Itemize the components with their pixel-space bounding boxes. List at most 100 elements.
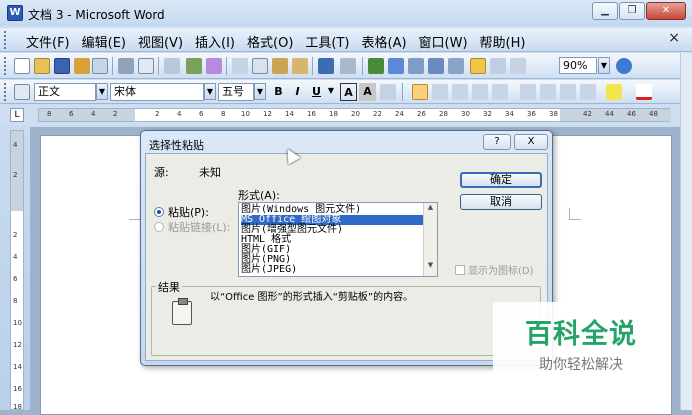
email-icon[interactable] [92,58,108,74]
menu-items: 文件(F) 编辑(E) 视图(V) 插入(I) 格式(O) 工具(T) 表格(A… [20,31,531,52]
vruler-tick: 2 [13,231,18,239]
minimize-button[interactable]: ▁ [592,2,618,20]
vertical-ruler[interactable]: 4 2 2 4 6 8 10 12 14 16 18 [10,130,24,411]
redo-icon[interactable] [340,58,356,74]
help-icon[interactable] [616,58,632,74]
italic-button[interactable]: I [289,83,306,101]
menu-grip[interactable] [4,31,7,49]
align-left-icon[interactable] [412,84,428,100]
style-dropdown-icon[interactable]: ▼ [96,83,108,100]
line-spacing-icon[interactable] [492,84,508,100]
crop-mark [569,208,581,220]
char-shading-button[interactable]: A [359,83,376,101]
paste-radio-label: 粘贴(P): [168,206,209,219]
close-button[interactable]: ✕ [646,2,686,20]
underline-button[interactable]: U [308,83,325,101]
menu-file[interactable]: 文件(F) [20,31,76,52]
insert-table-icon[interactable] [408,58,424,74]
style-combo[interactable]: 正文 [34,83,96,101]
decrease-indent-icon[interactable] [560,84,576,100]
size-dropdown-icon[interactable]: ▼ [254,83,266,100]
permission-icon[interactable] [74,58,90,74]
save-icon[interactable] [54,58,70,74]
font-combo[interactable]: 宋体 [110,83,204,101]
toolbar-grip[interactable] [4,83,7,101]
dialog-close-button[interactable]: X [514,134,548,150]
watermark-subtitle: 助你轻松解决 [539,357,623,373]
toolbar-grip[interactable] [4,57,7,75]
scroll-down-icon[interactable]: ▼ [424,261,437,269]
paste-as-listbox[interactable]: 图片(Windows 图元文件) MS Office 绘图对象 图片(增强型图元… [238,202,438,277]
bullets-icon[interactable] [540,84,556,100]
zoom-dropdown-icon[interactable]: ▼ [598,57,610,74]
copy-icon[interactable] [252,58,268,74]
traditional-chinese-icon[interactable] [164,58,180,74]
ruler-tick: 22 [373,110,382,118]
numbering-icon[interactable] [520,84,536,100]
size-combo[interactable]: 五号 [218,83,254,101]
menu-window[interactable]: 窗口(W) [413,31,474,52]
bold-button[interactable]: B [270,83,287,101]
undo-icon[interactable] [318,58,334,74]
print-icon[interactable] [118,58,134,74]
menu-view[interactable]: 视图(V) [132,31,189,52]
menu-edit[interactable]: 编辑(E) [76,31,132,52]
spelling-icon[interactable] [186,58,202,74]
scroll-up-icon[interactable]: ▲ [424,203,437,211]
dialog-help-button[interactable]: ? [483,134,511,150]
align-right-icon[interactable] [452,84,468,100]
vruler-tick: 2 [13,171,18,179]
document-map-icon[interactable] [490,58,506,74]
align-center-icon[interactable] [432,84,448,100]
justify-icon[interactable] [472,84,488,100]
menu-format[interactable]: 格式(O) [241,31,299,52]
ruler-tick: 14 [285,110,294,118]
listbox-scrollbar[interactable]: ▲ ▼ [423,203,437,276]
doc-close-button[interactable]: × [668,30,680,46]
cut-icon[interactable] [232,58,248,74]
underline-dropdown-icon[interactable]: ▼ [325,83,337,100]
dialog-body: 源: 未知 形式(A): 粘贴(P): 粘贴链接(L): 图片(Windows … [145,153,548,361]
cancel-button[interactable]: 取消 [460,194,542,210]
vruler-tick: 4 [13,253,18,261]
ruler-margin-left [39,109,135,121]
menu-help[interactable]: 帮助(H) [474,31,532,52]
char-scaling-icon[interactable] [380,84,396,100]
print-preview-icon[interactable] [138,58,154,74]
drawing-icon[interactable] [470,58,486,74]
show-hide-icon[interactable] [510,58,526,74]
zoom-combo[interactable]: 90% [559,57,597,74]
menu-insert[interactable]: 插入(I) [189,31,241,52]
increase-indent-icon[interactable] [580,84,596,100]
new-document-icon[interactable] [14,58,30,74]
styles-pane-icon[interactable] [14,84,30,100]
restore-button[interactable]: ❐ [619,2,645,20]
horizontal-ruler-row: L 8 6 4 2 2 4 6 8 10 12 14 16 18 20 22 2… [0,105,692,125]
dialog-title: 选择性粘贴 [149,139,204,152]
display-as-icon-checkbox[interactable]: 显示为图标(D) [455,262,534,277]
format-painter-icon[interactable] [292,58,308,74]
ruler-tick: 26 [417,110,426,118]
toolbar-separator [362,57,363,75]
hyperlink-icon[interactable] [368,58,384,74]
list-item[interactable]: 图片(JPEG) [241,265,297,275]
vertical-scrollbar[interactable] [680,53,692,410]
paste-icon[interactable] [272,58,288,74]
research-icon[interactable] [206,58,222,74]
insert-excel-icon[interactable] [428,58,444,74]
horizontal-ruler[interactable]: 8 6 4 2 2 4 6 8 10 12 14 16 18 20 22 24 … [38,108,671,122]
menu-tools[interactable]: 工具(T) [299,31,355,52]
paste-radio[interactable]: 粘贴(P): [154,204,209,220]
ok-button[interactable]: 确定 [460,172,542,188]
tables-borders-icon[interactable] [388,58,404,74]
font-dropdown-icon[interactable]: ▼ [204,83,216,100]
ruler-tick: 8 [47,110,52,118]
open-folder-icon[interactable] [34,58,50,74]
paste-link-radio[interactable]: 粘贴链接(L): [154,219,230,235]
highlight-icon[interactable] [606,84,622,100]
columns-icon[interactable] [448,58,464,74]
tab-selector[interactable]: L [10,108,24,122]
font-color-icon[interactable] [636,84,652,100]
menu-table[interactable]: 表格(A) [356,31,413,52]
char-border-button[interactable]: A [340,83,357,101]
